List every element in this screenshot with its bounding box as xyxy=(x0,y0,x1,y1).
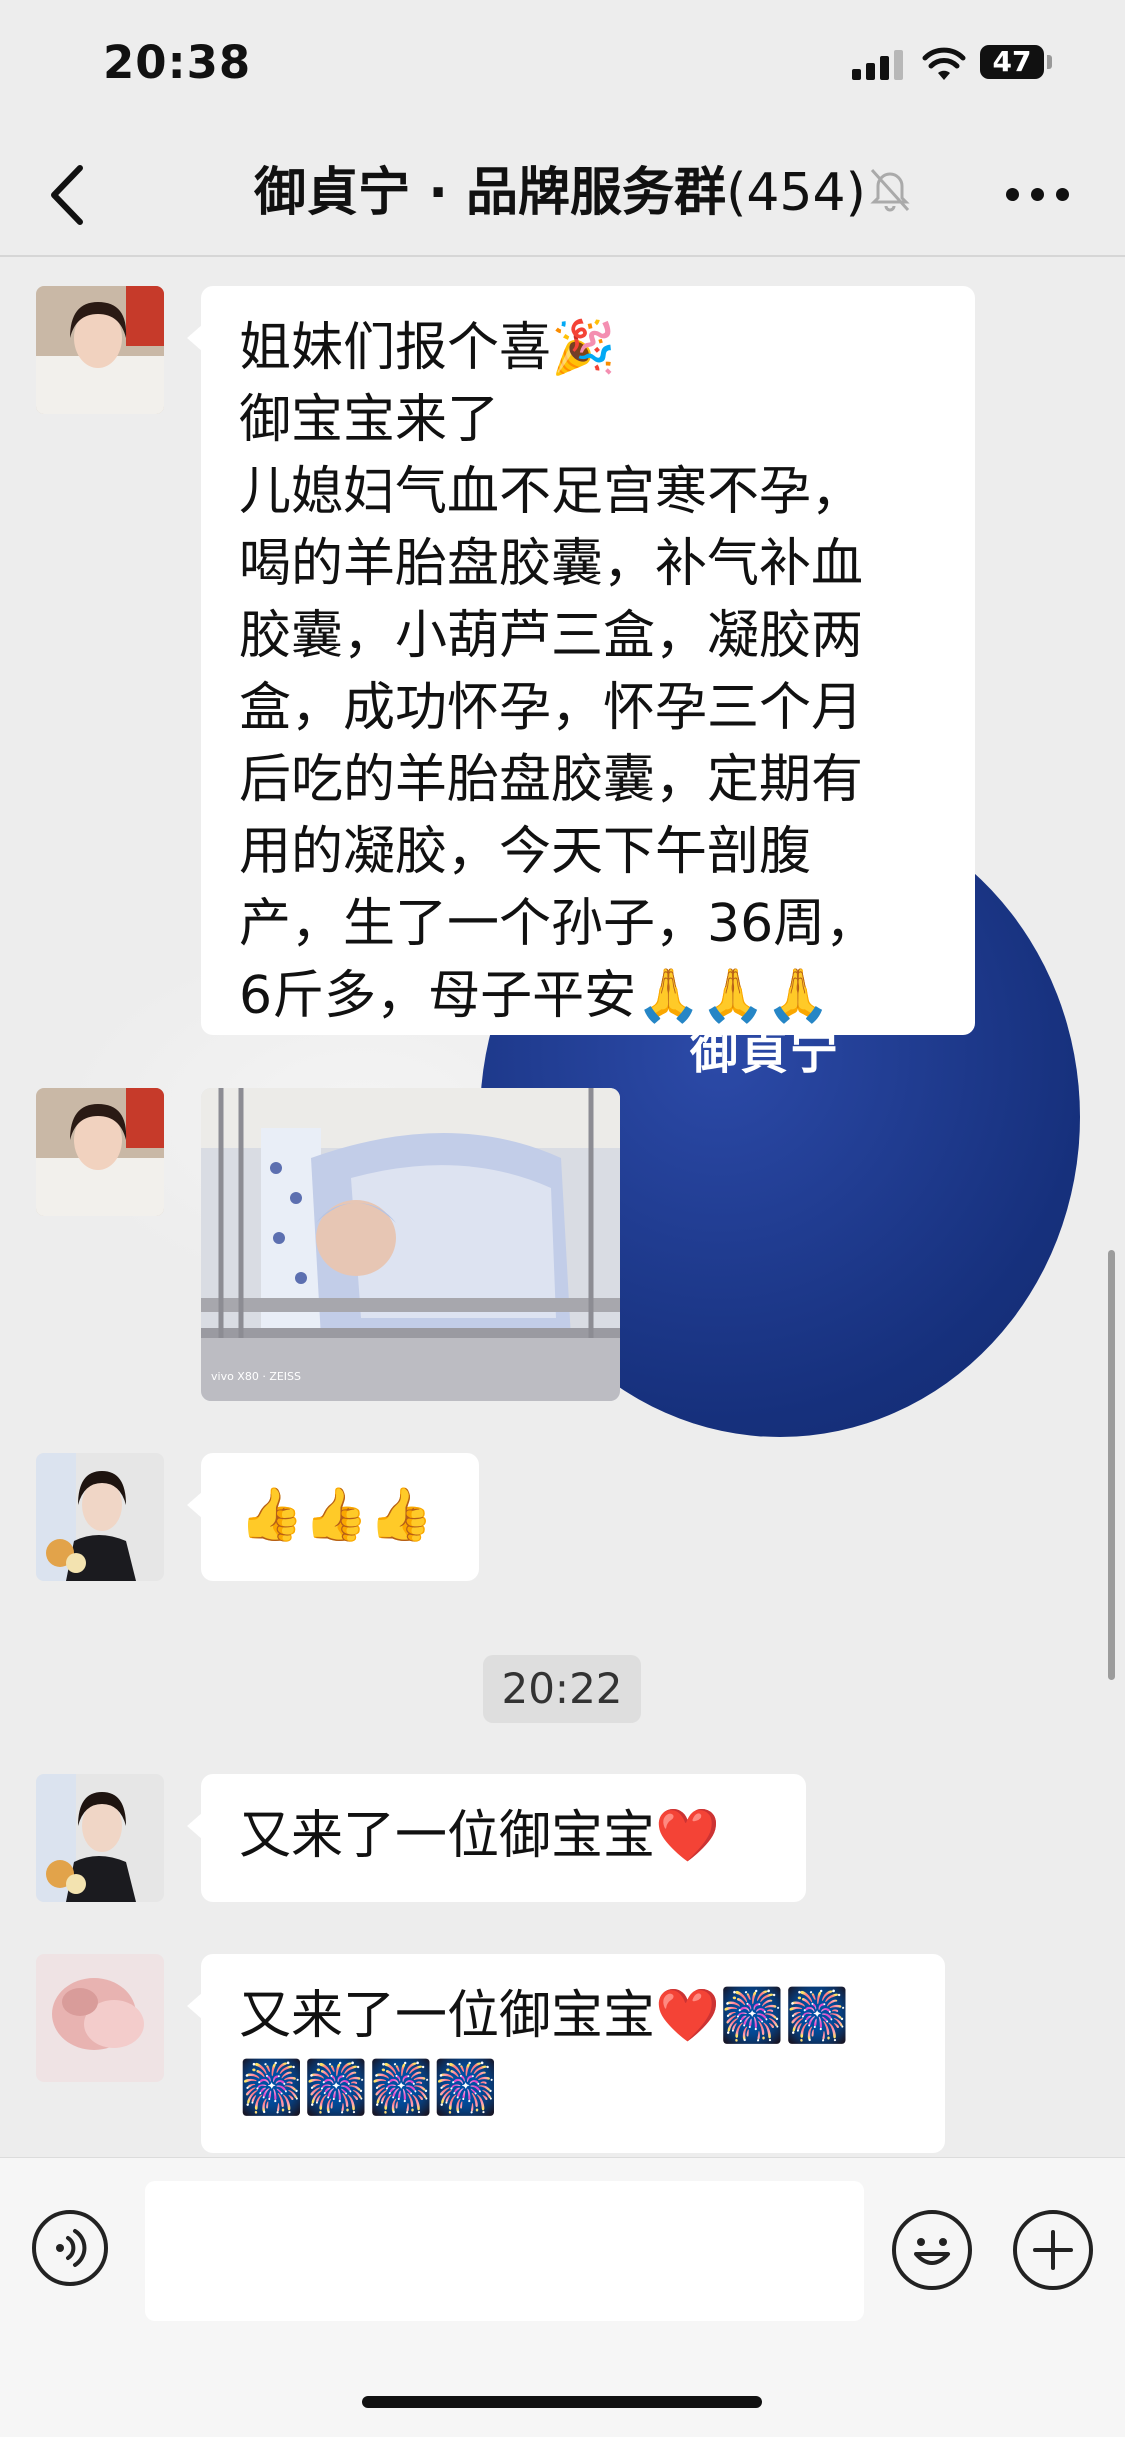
battery-icon: 47 xyxy=(980,45,1044,79)
voice-icon xyxy=(56,2229,87,2267)
plus-icon xyxy=(1033,2230,1073,2270)
message-input[interactable] xyxy=(145,2181,864,2321)
chat-header: 御貞宁 · 品牌服务群(454) xyxy=(0,130,1125,256)
status-bar: 20:38 47 xyxy=(0,0,1125,130)
message-bubble[interactable]: 又来了一位御宝宝❤️ xyxy=(187,1774,806,1902)
chat-title: 御貞宁 · 品牌服务群 xyxy=(254,163,727,223)
plus-button[interactable] xyxy=(1013,2210,1093,2290)
photo-watermark: vivo X80 · ZEISS xyxy=(211,1370,302,1383)
message-text: 又来了一位御宝宝❤️ xyxy=(239,1806,720,1866)
signal-icon xyxy=(852,50,904,80)
wifi-icon xyxy=(922,47,966,80)
message-photo[interactable]: vivo X80 · ZEISS xyxy=(201,1088,620,1401)
avatar[interactable] xyxy=(36,1774,164,1902)
timestamp-chip: 20:22 xyxy=(483,1655,641,1723)
message-bubble[interactable]: 姐妹们报个喜🎉 御宝宝来了 儿媳妇气血不足宫寒不孕， 喝的羊胎盘胶囊，补气补血 … xyxy=(187,286,975,1035)
avatar[interactable] xyxy=(36,286,164,414)
scrollbar[interactable] xyxy=(1108,1250,1115,1680)
battery-nub xyxy=(1047,55,1052,69)
chat-title-wrap[interactable]: 御貞宁 · 品牌服务群(454) xyxy=(200,155,920,231)
emoji-button[interactable] xyxy=(892,2210,972,2290)
home-indicator[interactable] xyxy=(362,2396,762,2408)
chat-area[interactable]: 御貞宁 姐妹们报个喜🎉 御宝宝来了 儿媳妇气血不足宫寒不孕， 喝的羊胎盘胶囊，补… xyxy=(0,257,1125,2157)
message-text: 又来了一位御宝宝❤️🎆🎆 🎆🎆🎆🎆 xyxy=(239,1986,850,2118)
message-text: 姐妹们报个喜🎉 御宝宝来了 儿媳妇气血不足宫寒不孕， 喝的羊胎盘胶囊，补气补血 … xyxy=(239,318,878,1026)
message-text: 👍👍👍 xyxy=(239,1485,434,1545)
avatar[interactable] xyxy=(36,1453,164,1581)
message-bubble[interactable]: 又来了一位御宝宝❤️🎆🎆 🎆🎆🎆🎆 xyxy=(187,1954,945,2153)
member-count: (454) xyxy=(726,163,866,223)
voice-button[interactable] xyxy=(32,2210,108,2286)
message-bubble[interactable]: 👍👍👍 xyxy=(187,1453,479,1581)
input-bar xyxy=(0,2157,1125,2437)
status-time: 20:38 xyxy=(103,36,252,89)
more-dots-icon[interactable] xyxy=(998,180,1078,210)
back-chevron-icon[interactable] xyxy=(40,160,100,230)
emoji-icon xyxy=(914,2238,950,2265)
mute-bell-icon xyxy=(870,168,910,212)
avatar[interactable] xyxy=(36,1954,164,2082)
avatar[interactable] xyxy=(36,1088,164,1216)
